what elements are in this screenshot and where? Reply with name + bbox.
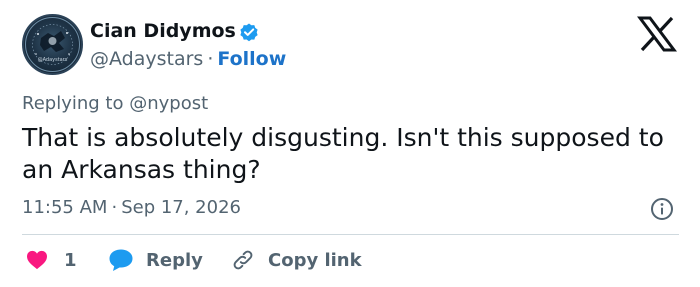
copy-link-button[interactable]: Copy link <box>230 246 362 274</box>
replying-to-line: Replying to @nypost <box>22 93 208 114</box>
info-icon[interactable] <box>650 197 674 221</box>
tweet-time[interactable]: 11:55 AM <box>22 197 107 218</box>
timestamp[interactable]: 11:55 AM · Sep 17, 2026 <box>22 197 241 218</box>
tweet-date[interactable]: Sep 17, 2026 <box>121 197 241 218</box>
tweet-text: That is absolutely disgusting. Isn't thi… <box>22 123 664 184</box>
link-icon <box>233 250 253 270</box>
reply-button[interactable]: Reply <box>108 246 203 274</box>
display-name[interactable]: Cian Didymos <box>90 20 236 42</box>
follow-button[interactable]: Follow <box>217 48 286 70</box>
tweet-card: @Adaystars Cian Didymos @Adaystars · Follo… <box>0 0 700 287</box>
like-button[interactable]: 1 <box>26 246 77 274</box>
avatar-caption: @Adaystars <box>38 57 68 63</box>
handle-row: @Adaystars · Follow <box>90 48 286 70</box>
verified-badge-icon[interactable] <box>238 21 260 43</box>
replying-to-handle[interactable]: @nypost <box>129 93 208 114</box>
user-handle[interactable]: @Adaystars <box>90 48 203 70</box>
separator-dot: · <box>207 48 214 70</box>
avatar[interactable]: @Adaystars <box>22 14 83 75</box>
copy-link-label: Copy link <box>268 249 362 271</box>
divider <box>22 234 679 235</box>
like-count: 1 <box>64 249 77 271</box>
speech-bubble-icon <box>109 249 133 271</box>
timestamp-separator: · <box>111 197 118 218</box>
avatar-image: @Adaystars <box>25 17 80 72</box>
heart-icon <box>27 250 47 270</box>
reply-label: Reply <box>146 249 203 271</box>
replying-to-prefix: Replying to <box>22 93 124 114</box>
x-logo-icon[interactable] <box>637 16 677 52</box>
